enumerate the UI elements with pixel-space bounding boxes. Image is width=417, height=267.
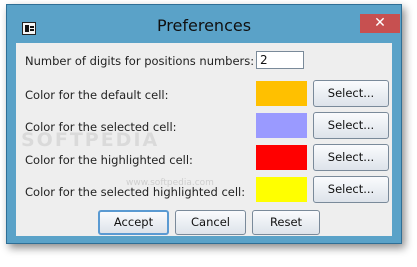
window-title: Preferences [156, 16, 252, 35]
selected-highlighted-cell-color-label: Color for the selected highlighted cell: [25, 185, 246, 199]
highlighted-cell-color-swatch [256, 145, 307, 170]
selected-cell-color-label: Color for the selected cell: [25, 120, 177, 134]
highlighted-cell-color-label: Color for the highlighted cell: [25, 153, 193, 167]
default-cell-color-swatch [256, 81, 307, 106]
close-icon: ✕ [374, 15, 386, 31]
selected-cell-color-swatch [256, 113, 307, 138]
accept-button[interactable]: Accept [98, 210, 169, 235]
title-bar[interactable]: Preferences ✕ [7, 5, 401, 43]
preferences-dialog: Preferences ✕ SOFTPEDIA www.softpedia.co… [6, 4, 402, 244]
digits-input[interactable] [256, 51, 304, 69]
selected-highlighted-cell-color-swatch [256, 177, 307, 202]
close-button[interactable]: ✕ [360, 14, 400, 33]
dialog-content: SOFTPEDIA www.softpedia.com Number of di… [16, 43, 392, 236]
select-default-color-button[interactable]: Select... [313, 80, 389, 107]
default-cell-color-label: Color for the default cell: [25, 88, 169, 102]
select-highlighted-color-button[interactable]: Select... [313, 144, 389, 171]
reset-button[interactable]: Reset [252, 210, 320, 235]
cancel-button[interactable]: Cancel [175, 210, 246, 235]
select-selected-highlighted-color-button[interactable]: Select... [313, 176, 389, 203]
digits-label: Number of digits for positions numbers: [25, 54, 255, 68]
select-selected-color-button[interactable]: Select... [313, 112, 389, 139]
